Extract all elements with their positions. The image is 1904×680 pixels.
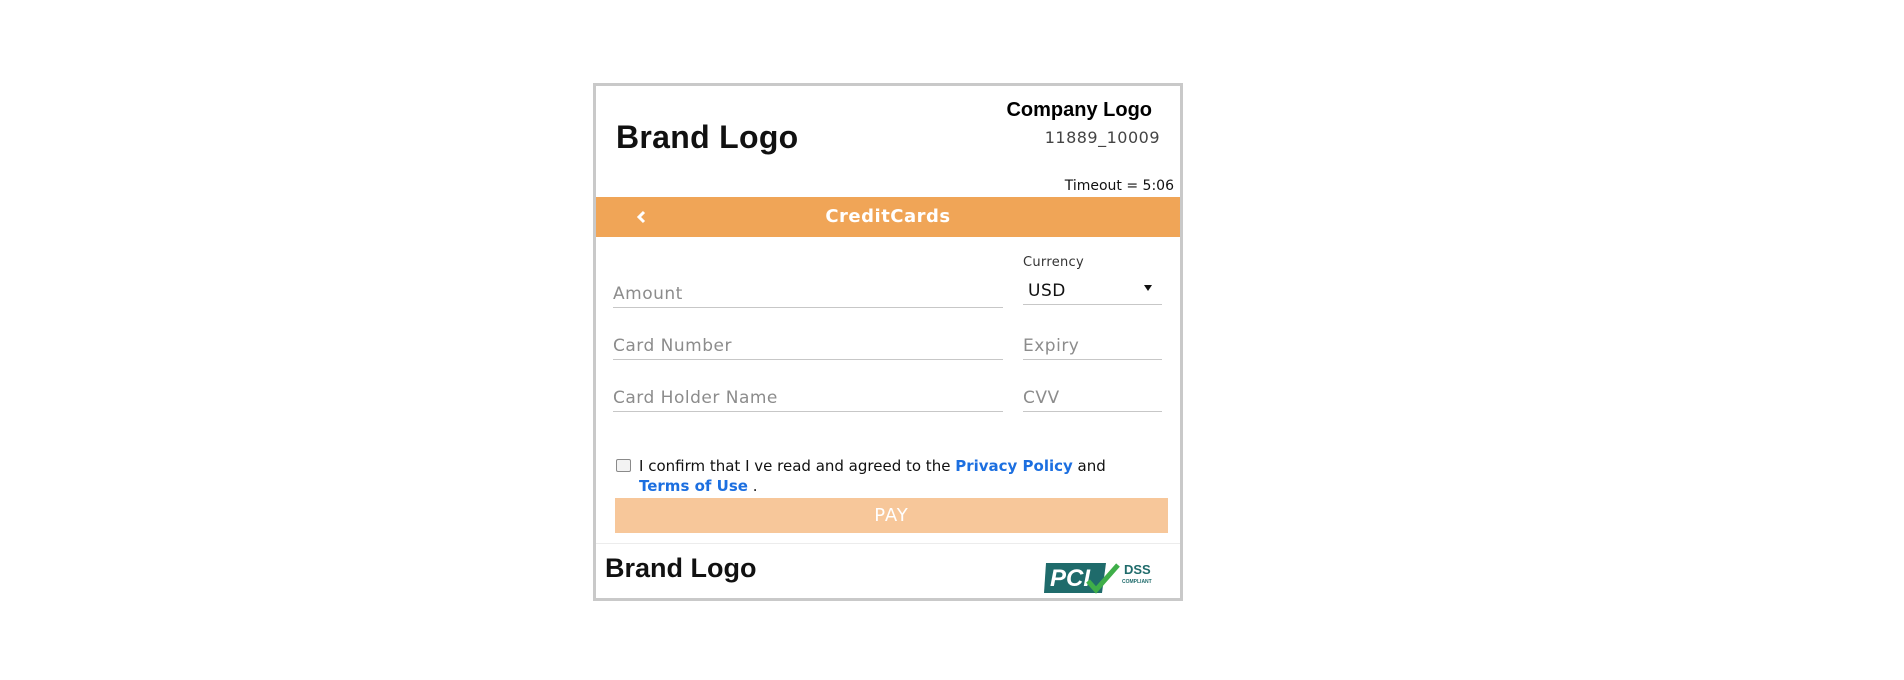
consent-text: I confirm that I ve read and agreed to t…: [639, 456, 1144, 496]
chevron-left-icon: [636, 210, 646, 224]
footer-divider: [596, 543, 1180, 544]
consent-suffix: .: [747, 477, 758, 495]
consent-checkbox[interactable]: [616, 459, 631, 472]
merchant-id: 11889_10009: [1044, 128, 1160, 147]
terms-of-use-link[interactable]: Terms of Use: [639, 477, 748, 495]
caret-down-icon: [1144, 285, 1152, 291]
currency-value: USD: [1028, 281, 1066, 301]
svg-text:COMPLIANT: COMPLIANT: [1122, 579, 1152, 585]
card-number-input[interactable]: [613, 333, 1003, 359]
amount-input[interactable]: [613, 281, 1003, 307]
amount-field: [613, 281, 1003, 308]
brand-logo: Brand Logo: [616, 119, 799, 155]
cvv-field: [1023, 385, 1162, 412]
back-button[interactable]: [626, 197, 656, 237]
consent-prefix: I confirm that I ve read and agreed to t…: [639, 457, 956, 475]
svg-text:DSS: DSS: [1124, 562, 1151, 577]
session-timeout: Timeout = 5:06: [1064, 178, 1174, 194]
privacy-policy-link[interactable]: Privacy Policy: [955, 457, 1073, 475]
currency-label: Currency: [1023, 255, 1084, 270]
svg-text:PCI: PCI: [1050, 565, 1091, 592]
card-holder-field: [613, 385, 1003, 412]
pay-button[interactable]: PAY: [615, 498, 1168, 533]
card-holder-input[interactable]: [613, 385, 1003, 411]
page-title: CreditCards: [825, 206, 951, 227]
cvv-input[interactable]: [1023, 385, 1162, 411]
page-header-bar: CreditCards: [596, 197, 1180, 237]
consent-middle: and: [1072, 457, 1106, 475]
payment-card: Brand Logo Company Logo 11889_10009 Time…: [593, 83, 1183, 601]
expiry-input[interactable]: [1023, 333, 1162, 359]
currency-select[interactable]: USD: [1023, 276, 1162, 305]
card-number-field: [613, 333, 1003, 360]
footer-brand-logo: Brand Logo: [605, 553, 757, 583]
company-logo: Company Logo: [1006, 99, 1152, 121]
expiry-field: [1023, 333, 1162, 360]
pci-dss-compliant-logo: PCI DSS COMPLIANT: [1044, 562, 1152, 594]
